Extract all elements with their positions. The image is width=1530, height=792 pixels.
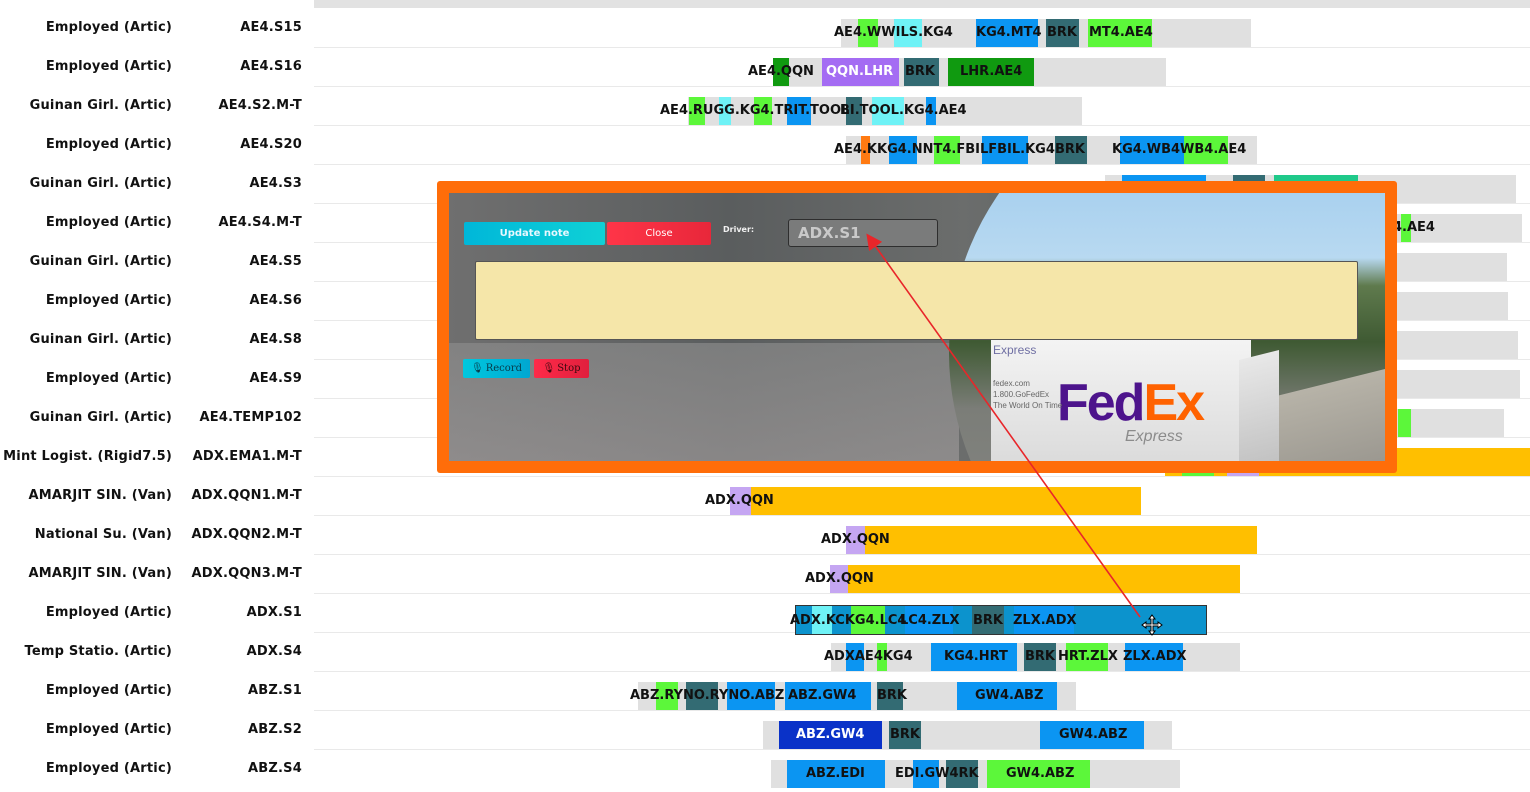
- trip-label: AE4.RUGG.KG4.TRIT.TOOL: [660, 103, 850, 118]
- record-label: Record: [485, 363, 522, 374]
- trip-label: AE4.WWILS.KG4: [834, 25, 953, 40]
- vehicle-bar[interactable]: [1390, 370, 1520, 398]
- trip-label: BRK: [973, 613, 1003, 628]
- trip-label: ABZ.RYNO.RYNO.ABZ: [630, 688, 785, 703]
- trailer-contact: fedex.com 1.800.GoFedEx The World On Tim…: [993, 378, 1062, 411]
- trailer-tagline: The World On Time: [993, 401, 1063, 410]
- update-note-button[interactable]: Update note: [464, 222, 605, 245]
- trip-label: KG4.WB4WB4.AE4: [1112, 142, 1247, 157]
- vehicle-bar[interactable]: [1390, 253, 1507, 281]
- trip-label: ABZ.GW4: [796, 727, 865, 742]
- trip-label: BRK: [1025, 649, 1055, 664]
- close-button[interactable]: Close: [607, 222, 711, 245]
- trip-segment[interactable]: [751, 487, 1141, 515]
- trip-label: BRK: [1055, 142, 1085, 157]
- truck-cab-shape: [1239, 350, 1279, 461]
- trailer-phone: 1.800.GoFedEx: [993, 390, 1050, 399]
- driver-label: Driver:: [723, 225, 755, 234]
- trip-segment[interactable]: [865, 526, 1257, 554]
- trip-label: BI.TOOL.KG4.AE4: [840, 103, 967, 118]
- trip-label: ADX.QQN: [821, 532, 890, 547]
- mic-icon: 🎙: [542, 363, 556, 374]
- trip-label: ADX.QQN: [705, 493, 774, 508]
- trip-label: ZLX.ADX: [1123, 649, 1187, 664]
- trip-label: BRK: [877, 688, 907, 703]
- trip-label: HRT.ZLX: [1058, 649, 1118, 664]
- modal-body: Express FedEx Express fedex.com 1.800.Go…: [449, 193, 1385, 461]
- trip-label: BRK: [890, 727, 920, 742]
- trip-label: ADX.KCKG4.LC4: [790, 613, 907, 628]
- record-button[interactable]: 🎙 Record: [463, 359, 530, 378]
- driver-note-modal: Express FedEx Express fedex.com 1.800.Go…: [437, 181, 1397, 473]
- fedex-logo: FedEx: [1057, 373, 1205, 433]
- trailer-site: fedex.com: [993, 379, 1030, 388]
- trip-label: ABZ.GW4: [788, 688, 857, 703]
- trip-label: GW4.ABZ: [1059, 727, 1128, 742]
- road-shape: [1279, 330, 1385, 461]
- vehicle-bar[interactable]: [1390, 292, 1508, 320]
- trailer-express-script: Express: [1125, 428, 1183, 445]
- timeline-top-scrollbar[interactable]: [314, 0, 1530, 8]
- trip-label: KG4.HRT: [944, 649, 1008, 664]
- trip-label: BRK: [1047, 25, 1077, 40]
- trip-label: GW4.ABZ: [975, 688, 1044, 703]
- logo-part-b: Ex: [1143, 374, 1205, 432]
- vehicle-bar[interactable]: [1390, 331, 1518, 359]
- trip-label: QQN.LHR: [826, 64, 894, 79]
- trip-label: 4.AE4: [1393, 220, 1435, 235]
- trip-label: ABZ.EDI: [806, 766, 865, 781]
- trip-label: AE4.KKG4.NNT4.FBILFBIL.KG4: [834, 142, 1055, 157]
- trip-label: AE4.QQN: [748, 64, 814, 79]
- trip-label: MT4.AE4: [1089, 25, 1153, 40]
- move-cursor-icon: [1141, 614, 1163, 636]
- stop-button[interactable]: 🎙 Stop: [534, 359, 589, 378]
- driver-field[interactable]: [788, 219, 938, 247]
- trip-label: LC4.ZLX: [900, 613, 960, 628]
- mic-icon: 🎙: [471, 363, 484, 374]
- trip-label: EDI.GW4RK: [895, 766, 979, 781]
- trip-label: GW4.ABZ: [1006, 766, 1075, 781]
- trip-label: BRK: [905, 64, 935, 79]
- trip-label: ZLX.ADX: [1013, 613, 1077, 628]
- stop-label: Stop: [557, 363, 581, 374]
- note-textarea[interactable]: [475, 261, 1358, 340]
- logo-part-a: Fed: [1057, 374, 1145, 432]
- trip-segment[interactable]: [1398, 409, 1411, 437]
- trip-label: ADXAE4KG4: [824, 649, 913, 664]
- trip-label: ADX.QQN: [805, 571, 874, 586]
- trip-segment[interactable]: [848, 565, 1240, 593]
- trip-label: KG4.MT4: [976, 25, 1042, 40]
- trip-label: LHR.AE4: [960, 64, 1023, 79]
- trailer-express-text: Express: [993, 343, 1037, 357]
